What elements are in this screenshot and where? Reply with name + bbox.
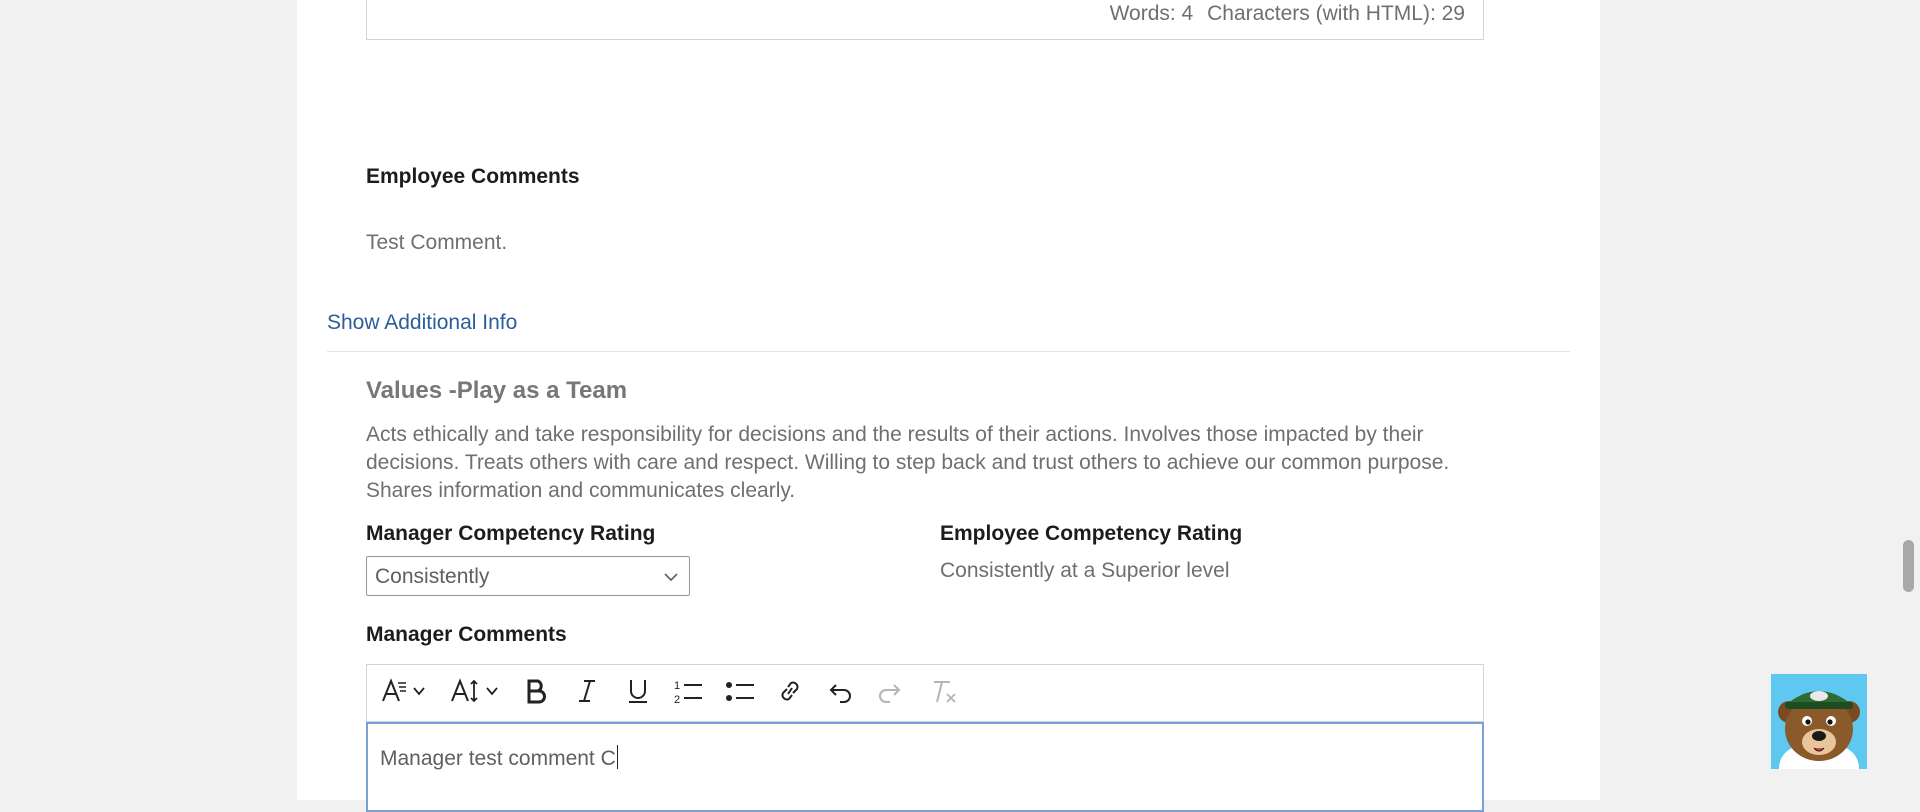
word-count: Words: 4 Characters (with HTML): 29 [1110,2,1465,26]
show-additional-info-link[interactable]: Show Additional Info [327,311,517,335]
manager-comments-text: Manager test comment C [380,747,616,770]
competency-description: Acts ethically and take responsibility f… [366,423,1450,502]
clear-format-button[interactable] [930,677,958,709]
manager-rating-select[interactable]: Consistently [366,556,690,596]
svg-text:1: 1 [674,680,680,692]
employee-rating-label: Employee Competency Rating [940,522,1243,545]
bullet-list-icon [725,677,755,710]
scrollbar-thumb[interactable] [1903,540,1914,592]
chevron-down-icon [663,569,679,590]
font-size-icon [450,677,482,710]
undo-icon [827,677,853,710]
word-count-words: Words: 4 [1109,2,1194,25]
bold-icon [524,677,550,710]
link-icon [777,677,803,710]
undo-button[interactable] [827,677,853,709]
ordered-list-icon: 12 [673,677,703,710]
svg-text:2: 2 [674,694,680,705]
word-count-characters: Characters (with HTML): 29 [1207,2,1465,25]
link-button[interactable] [777,677,803,709]
redo-button[interactable] [877,677,903,709]
manager-comments-label: Manager Comments [366,623,567,646]
divider [327,351,1570,352]
employee-comments-text: Test Comment. [366,231,508,254]
editor-toolbar: 12 [366,664,1484,722]
manager-comments-editor[interactable]: Manager test comment C [366,722,1484,812]
redo-icon [877,677,903,710]
employee-comments-label: Employee Comments [366,165,580,188]
employee-rating-value: Consistently at a Superior level [940,559,1230,582]
text-caret [616,745,618,769]
font-size-dropdown[interactable] [450,677,499,709]
underline-icon [625,677,651,710]
bullet-list-button[interactable] [725,677,755,709]
font-style-dropdown[interactable] [380,677,426,709]
previous-editor-footer: Words: 4 Characters (with HTML): 29 [366,0,1484,40]
content-panel: Words: 4 Characters (with HTML): 29 Empl… [297,0,1600,812]
page-scrollbar[interactable] [1898,0,1920,800]
font-style-icon [380,677,408,710]
chevron-down-icon [485,684,499,703]
italic-icon [575,677,599,710]
manager-rating-label: Manager Competency Rating [366,522,656,545]
manager-rating-value: Consistently [375,565,490,588]
bold-button[interactable] [524,677,550,709]
bear-mascot-icon[interactable] [1771,674,1867,769]
competency-title: Values -Play as a Team [366,377,628,404]
italic-button[interactable] [575,677,599,709]
underline-button[interactable] [625,677,651,709]
chevron-down-icon [412,684,426,703]
clear-format-icon [930,677,958,710]
ordered-list-button[interactable]: 12 [673,677,703,709]
